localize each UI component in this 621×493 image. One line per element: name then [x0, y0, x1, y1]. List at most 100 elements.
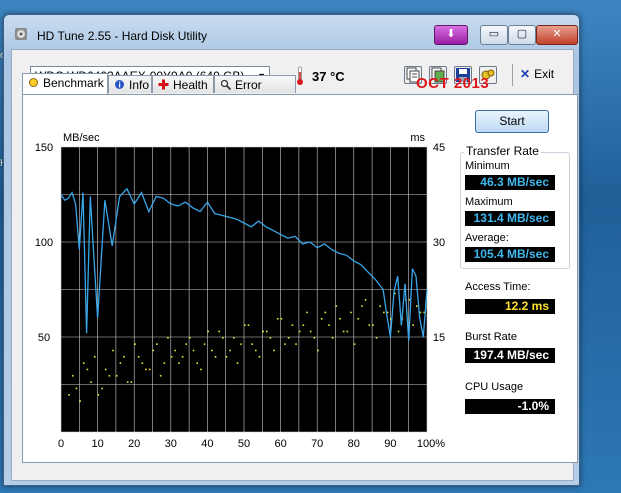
access-time-point: [324, 311, 327, 314]
access-time-point: [269, 337, 272, 339]
y-axis-right-label: ms: [410, 132, 425, 144]
average-value: 105.4 MB/sec: [465, 247, 555, 262]
access-time-point: [361, 305, 363, 307]
access-time-label: Access Time:: [465, 281, 531, 293]
burst-rate-label: Burst Rate: [465, 331, 517, 343]
access-time-point: [108, 375, 111, 377]
minimum-label: Minimum: [465, 160, 510, 172]
access-time-point: [79, 400, 81, 402]
exit-button[interactable]: ✕ Exit: [520, 67, 554, 81]
access-time-point: [148, 368, 151, 371]
access-time-point: [280, 318, 283, 320]
tab-error-scan[interactable]: Error Scan: [214, 75, 296, 110]
access-time-point: [416, 305, 418, 307]
error-scan-icon: [220, 79, 231, 90]
access-time-point: [328, 324, 330, 326]
x-tick-label: 0: [58, 438, 64, 450]
x-tick-label: 40: [201, 438, 213, 450]
title-bar[interactable]: HD Tune 2.55 - Hard Disk Utility ⬇ ▭ ▢ ✕: [4, 15, 579, 49]
access-time-point: [119, 362, 122, 364]
access-time-point: [379, 305, 382, 307]
access-time-point: [68, 394, 70, 396]
access-time-point: [350, 311, 352, 314]
access-time-point: [291, 324, 294, 326]
access-time-point: [287, 337, 290, 339]
access-time-point: [298, 330, 301, 333]
y-right-tick-label: 15: [433, 332, 445, 344]
tab-label: Benchmark: [43, 76, 104, 90]
access-time-point: [181, 356, 184, 358]
tab-label: Health: [173, 78, 208, 92]
access-time-point: [302, 324, 305, 326]
access-time-point: [225, 356, 228, 358]
access-time-point: [357, 318, 360, 320]
access-time-value: 12.2 ms: [465, 299, 555, 314]
access-time-point: [284, 343, 286, 345]
access-time-point: [178, 362, 180, 364]
access-time-point: [93, 356, 96, 358]
toolbar-separator: [512, 64, 513, 86]
access-time-point: [331, 337, 334, 339]
tab-health[interactable]: Health: [152, 75, 214, 93]
x-tick-label: 70: [311, 438, 323, 450]
access-time-point: [71, 375, 74, 377]
access-time-point: [130, 381, 133, 383]
access-time-point: [317, 349, 319, 352]
maximum-label: Maximum: [465, 196, 513, 208]
access-time-point: [364, 299, 367, 301]
access-time-point: [313, 337, 316, 339]
access-time-point: [368, 324, 371, 326]
exit-label: Exit: [534, 67, 555, 81]
access-time-point: [82, 362, 85, 364]
temperature-value: 37 °C: [312, 69, 345, 84]
access-time-point: [273, 349, 275, 352]
hdtune-window: HD Tune 2.55 - Hard Disk Utility ⬇ ▭ ▢ ✕…: [3, 14, 580, 486]
access-time-point: [383, 311, 385, 314]
cpu-usage-label: CPU Usage: [465, 381, 524, 393]
access-time-point: [346, 330, 349, 333]
access-time-point: [412, 324, 414, 326]
close-button[interactable]: ✕: [536, 25, 578, 45]
access-time-point: [86, 368, 89, 371]
access-time-point: [90, 381, 92, 383]
access-time-point: [397, 330, 400, 333]
access-time-point: [236, 362, 239, 364]
access-time-point: [222, 337, 224, 339]
access-time-point: [229, 349, 231, 352]
minimize-button[interactable]: ▭: [480, 25, 508, 45]
window-title: HD Tune 2.55 - Hard Disk Utility: [37, 29, 208, 43]
access-time-point: [372, 324, 374, 326]
x-tick-label: 20: [128, 438, 140, 450]
access-time-point: [309, 330, 312, 333]
access-time-point: [167, 337, 169, 339]
benchmark-panel: MB/sec ms 150 100 50 45 30 15 0 10 20 30 40 50 60 70 80 9…: [22, 94, 578, 463]
date-annotation: OCT 2013: [416, 75, 490, 92]
access-time-point: [196, 362, 199, 364]
access-time-point: [295, 343, 297, 345]
access-time-point: [375, 337, 378, 339]
access-time-point: [75, 387, 78, 390]
y-left-tick-label: 150: [35, 142, 53, 154]
maximize-button[interactable]: ▢: [508, 25, 536, 45]
y-left-tick-label: 100: [35, 237, 53, 249]
access-time-point: [211, 349, 213, 352]
start-button[interactable]: Start: [475, 110, 549, 133]
tab-benchmark[interactable]: Benchmark: [22, 73, 108, 94]
access-time-point: [145, 368, 147, 371]
access-time-point: [207, 330, 209, 333]
access-time-point: [342, 330, 345, 333]
y-axis-left-label: MB/sec: [63, 132, 100, 144]
x-tick-label: 10: [91, 438, 103, 450]
access-time-point: [189, 337, 191, 339]
access-time-point: [137, 356, 140, 358]
access-time-point: [174, 349, 177, 352]
y-left-tick-label: 50: [38, 332, 50, 344]
access-time-point: [152, 349, 155, 352]
transfer-rate-title: Transfer Rate: [464, 144, 541, 158]
cpu-usage-value: -1.0%: [465, 399, 555, 414]
access-time-point: [97, 394, 100, 396]
download-icon[interactable]: ⬇: [434, 25, 468, 45]
access-time-point: [306, 311, 308, 314]
tab-info[interactable]: Info: [108, 75, 152, 93]
access-time-point: [419, 311, 422, 314]
